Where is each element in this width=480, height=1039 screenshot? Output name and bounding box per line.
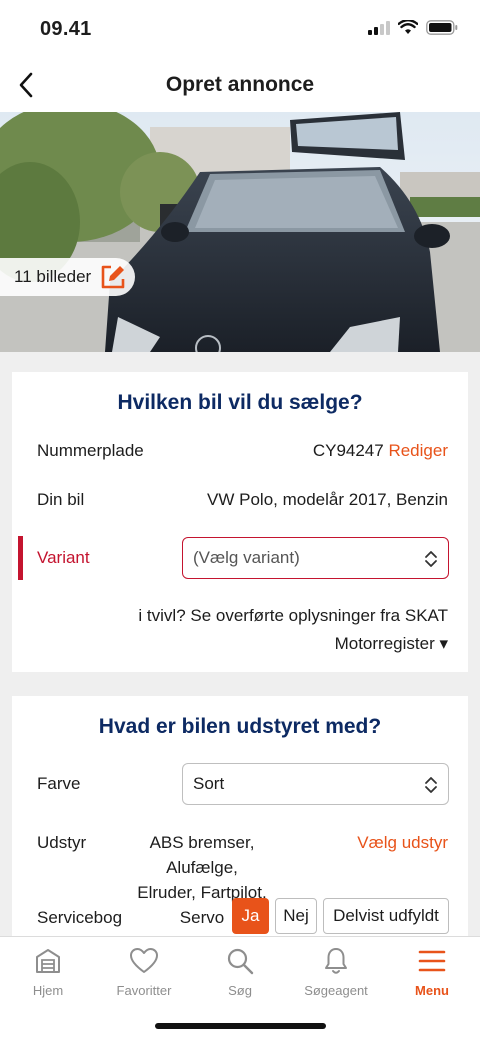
plate-row: CY94247 Rediger — [313, 441, 448, 461]
edit-plate-link[interactable]: Rediger — [388, 441, 448, 460]
tab-search-agent[interactable]: Søgeagent — [288, 945, 384, 999]
page-title: Opret annonce — [165, 73, 315, 96]
image-count-badge[interactable]: 11 billeder — [0, 258, 135, 296]
car-card: Hvilken bil vil du sælge? Nummerplade CY… — [12, 372, 468, 672]
skat-info-link[interactable]: i tvivl? Se overførte oplysninger fra SK… — [138, 603, 448, 656]
wifi-icon — [398, 20, 418, 34]
updown-chevron-icon — [425, 777, 437, 793]
variant-error-indicator — [18, 536, 23, 580]
equipment-card-title: Hvad er bilen udstyret med? — [98, 715, 382, 738]
servicebook-no-button[interactable]: Nej — [275, 898, 317, 934]
servicebook-partial-button[interactable]: Delvist udfyldt — [323, 898, 449, 934]
plate-label: Nummerplade — [37, 441, 144, 460]
home-indicator — [155, 1023, 326, 1029]
car-photo-image — [0, 112, 480, 352]
tab-favorites-label: Favoritter — [116, 983, 172, 998]
cellular-signal-icon — [368, 20, 390, 35]
tab-home-label: Hjem — [32, 983, 64, 998]
skat-info-line1: i tvivl? Se overførte oplysninger fra SK… — [138, 606, 448, 625]
car-photo[interactable] — [0, 112, 480, 352]
tab-home[interactable]: Hjem — [0, 945, 96, 999]
choose-equipment-link[interactable]: Vælg udstyr — [357, 833, 448, 853]
servicebook-yes-button[interactable]: Ja — [232, 898, 269, 934]
tab-favorites[interactable]: Favoritter — [96, 945, 192, 999]
variant-label: Variant — [37, 548, 90, 567]
status-bar: 09.41 — [0, 0, 480, 60]
color-label: Farve — [37, 774, 81, 793]
garage-icon — [36, 949, 60, 973]
image-count-label: 11 billeder — [14, 267, 92, 286]
battery-icon — [426, 20, 458, 35]
plate-value: CY94247 — [312, 441, 384, 460]
tab-menu-label: Menu — [415, 983, 449, 998]
tab-menu[interactable]: Menu — [384, 945, 480, 999]
heart-icon — [130, 948, 158, 973]
variant-placeholder: (Vælg variant) — [193, 548, 300, 567]
color-value: Sort — [193, 774, 225, 793]
search-icon — [227, 948, 254, 975]
edit-photos-icon[interactable] — [99, 263, 127, 291]
tab-search-agent-label: Søgeagent — [304, 983, 368, 998]
skat-info-line2: Motorregister ▾ — [334, 634, 448, 653]
car-card-title: Hvilken bil vil du sælge? — [117, 391, 363, 414]
equipment-card: Hvad er bilen udstyret med? Farve Sort U… — [12, 696, 468, 956]
color-select[interactable]: Sort — [182, 763, 449, 805]
car-value: VW Polo, modelår 2017, Benzin — [207, 490, 448, 509]
tab-search[interactable]: Søg — [192, 945, 288, 999]
status-time: 09.41 — [40, 18, 92, 40]
bell-icon — [325, 948, 347, 974]
servicebook-label: Servicebog — [37, 908, 123, 927]
equipment-label: Udstyr — [37, 833, 87, 852]
variant-select[interactable]: (Vælg variant) — [182, 537, 449, 579]
hamburger-icon — [418, 950, 446, 972]
tab-bar: Hjem Favoritter Søg Søgeagent Menu — [0, 936, 480, 1039]
status-icons — [368, 20, 458, 35]
updown-chevron-icon — [425, 551, 437, 567]
tab-search-label: Søg — [228, 983, 252, 998]
nav-bar: Opret annonce — [0, 60, 480, 112]
equipment-line1: ABS bremser, Alufælge, — [149, 833, 255, 877]
car-label: Din bil — [37, 490, 85, 509]
